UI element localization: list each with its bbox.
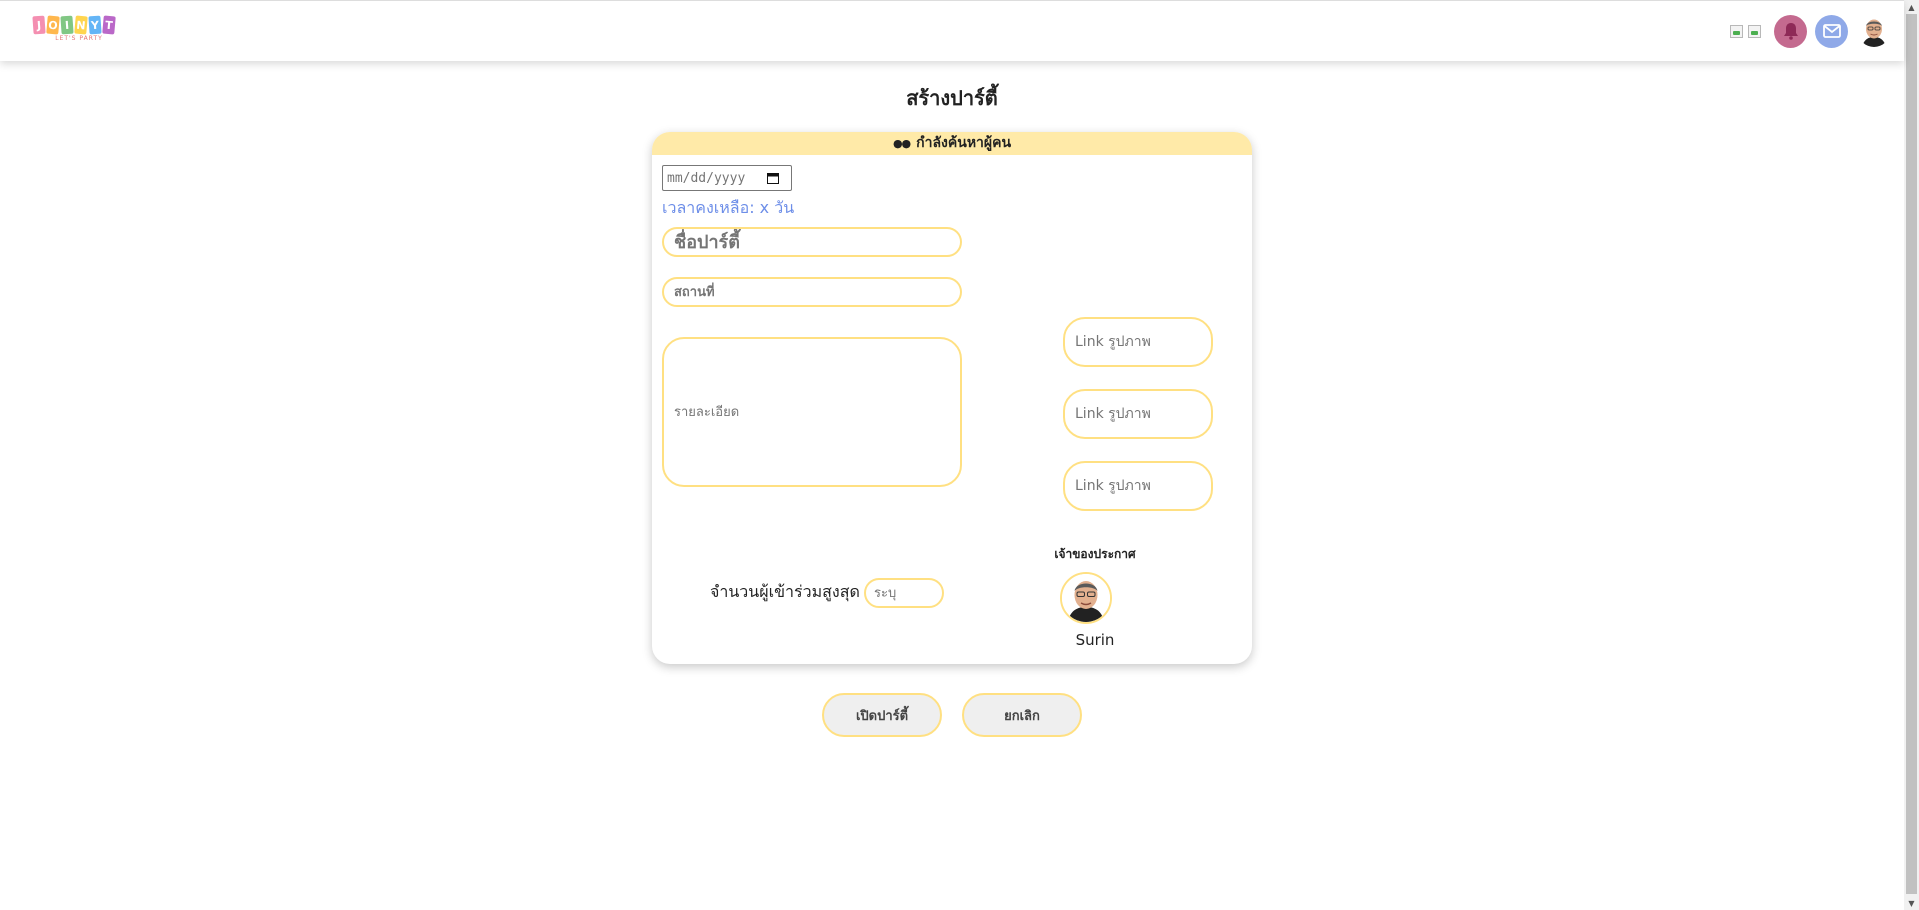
owner-label: เจ้าของประกาศ	[1054, 547, 1136, 561]
broken-image-icon[interactable]	[1730, 24, 1743, 38]
max-participants-input[interactable]	[864, 578, 944, 608]
logo-letter: Y	[88, 15, 102, 35]
create-party-card: ●● กำลังค้นหาผู้คน เวลาคงเหลือ: x วัน จำน…	[652, 132, 1252, 664]
scrollbar-thumb[interactable]	[1906, 14, 1917, 894]
scroll-down-arrow[interactable]: ▼	[1904, 896, 1919, 910]
logo-letter: I	[60, 15, 74, 35]
eyes-icon: ●●	[892, 137, 911, 150]
time-remaining-text: เวลาคงเหลือ: x วัน	[662, 198, 795, 217]
cancel-button[interactable]: ยกเลิก	[962, 693, 1082, 737]
mail-button[interactable]	[1815, 14, 1848, 48]
broken-image-icon[interactable]	[1748, 24, 1761, 38]
bell-icon	[1783, 23, 1798, 40]
logo-letter: O	[46, 15, 60, 35]
owner-name: Surin	[1075, 631, 1115, 649]
top-navbar: J O I N Y T LET'S PARTY	[0, 0, 1904, 61]
calendar-icon[interactable]	[767, 172, 779, 184]
notification-button[interactable]	[1774, 14, 1807, 48]
party-status-bar: ●● กำลังค้นหาผู้คน	[652, 132, 1252, 155]
party-status-text: กำลังค้นหาผู้คน	[916, 135, 1012, 151]
image-link-input-3[interactable]	[1063, 461, 1213, 511]
party-name-input[interactable]	[662, 227, 962, 257]
vertical-scrollbar[interactable]: ▲ ▼	[1904, 0, 1919, 910]
page-title: สร้างปาร์ตี้	[906, 86, 998, 110]
place-input[interactable]	[662, 277, 962, 307]
header-actions	[1730, 11, 1890, 51]
logo-tagline: LET'S PARTY	[55, 35, 103, 42]
user-avatar[interactable]	[1858, 15, 1890, 47]
image-link-input-2[interactable]	[1063, 389, 1213, 439]
user-face-icon	[1858, 15, 1890, 47]
owner-avatar	[1060, 572, 1112, 624]
scroll-up-arrow[interactable]: ▲	[1904, 0, 1919, 14]
logo-letter: J	[32, 15, 46, 35]
mail-icon	[1822, 24, 1841, 38]
logo-letter: N	[74, 15, 88, 35]
details-textarea[interactable]	[662, 337, 962, 487]
owner-face-icon	[1062, 574, 1110, 622]
max-participants-label: จำนวนผู้เข้าร่วมสูงสุด	[710, 582, 860, 601]
joinyt-logo[interactable]: J O I N Y T LET'S PARTY	[32, 15, 125, 46]
image-link-input-1[interactable]	[1063, 317, 1213, 367]
logo-letter: T	[102, 15, 116, 35]
logo-letters: J O I N Y T	[32, 15, 125, 35]
open-party-button[interactable]: เปิดปาร์ตี้	[822, 693, 942, 737]
